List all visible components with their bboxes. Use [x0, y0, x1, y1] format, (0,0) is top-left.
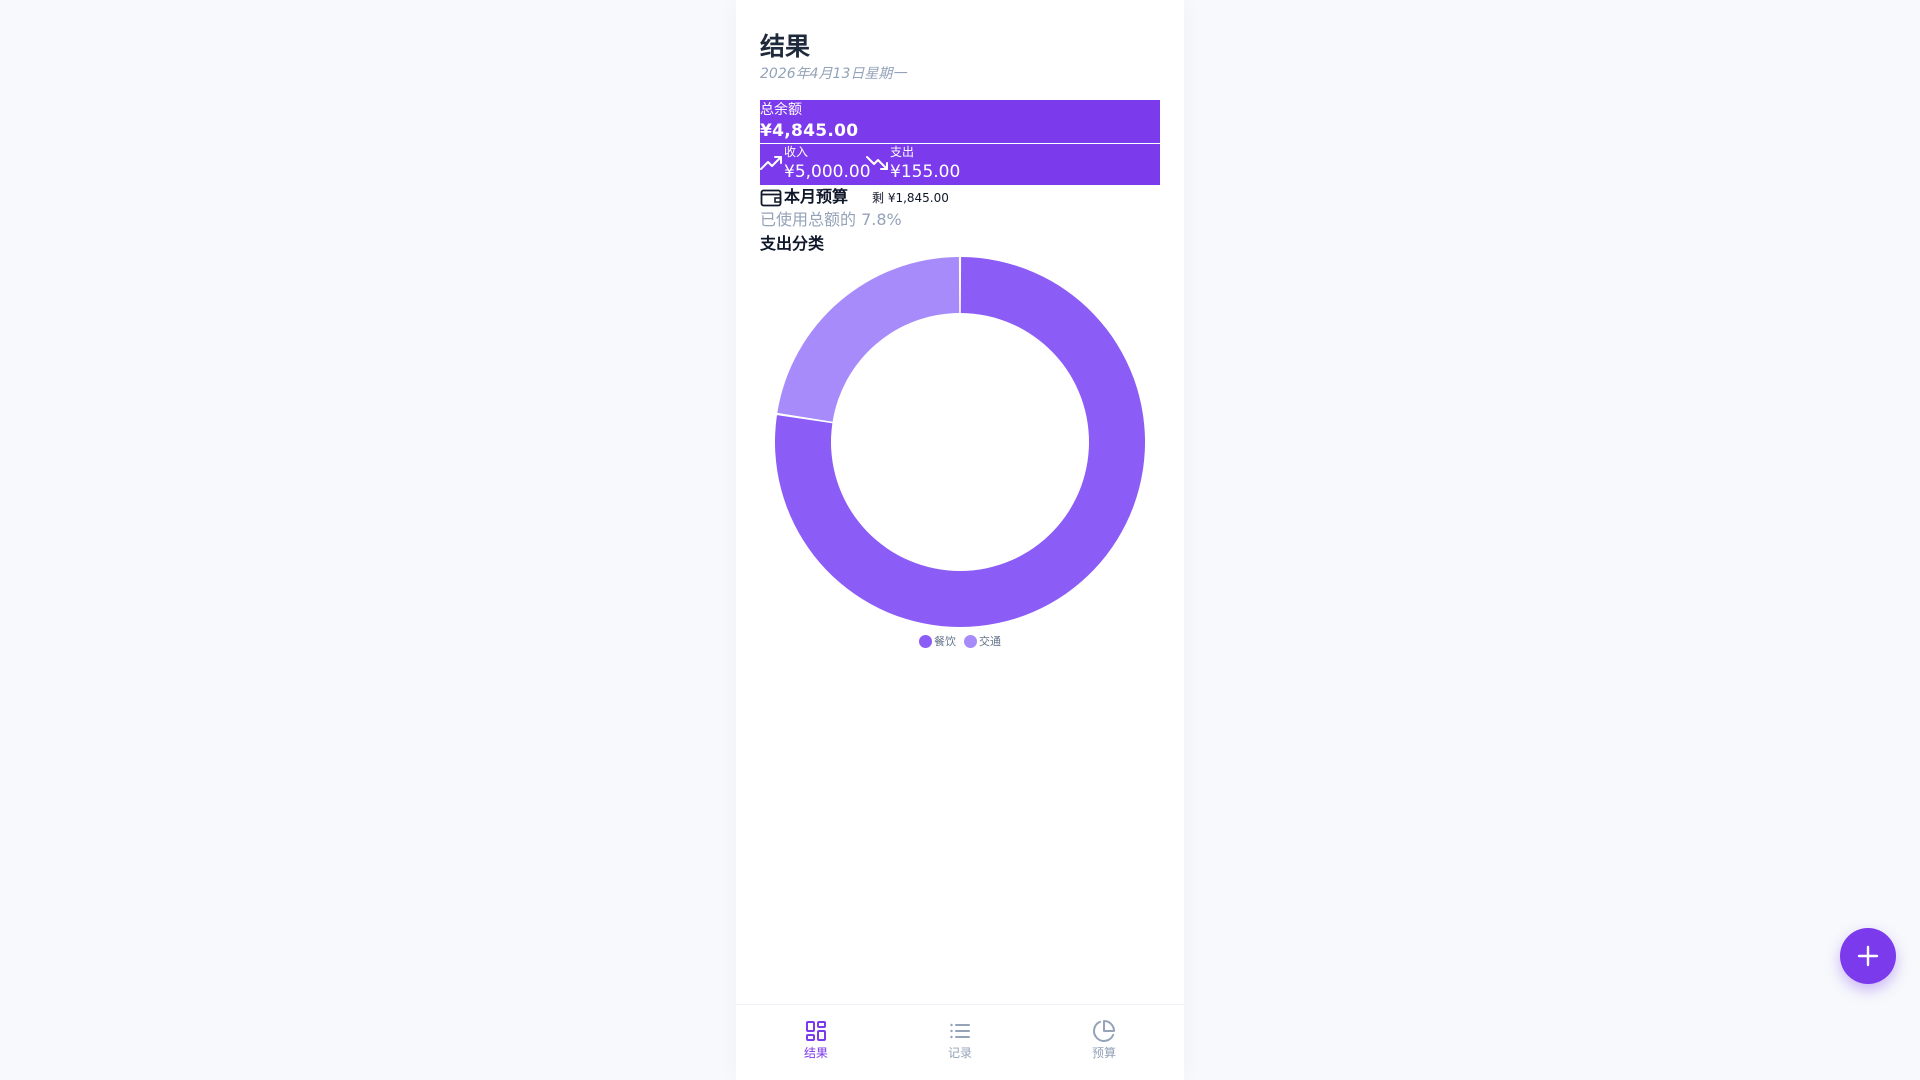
nav-item-results[interactable]: 结果	[786, 1019, 846, 1069]
bottom-nav: 结果 记录 预算	[736, 1004, 1184, 1080]
monthly-budget-row: 本月预算 剩 ¥1,845.00	[760, 185, 1160, 209]
legend-swatch	[964, 634, 977, 648]
balance-label: 总余额	[760, 102, 802, 118]
expense-value: ¥155.00	[890, 162, 961, 182]
expense-donut-chart	[775, 257, 1145, 627]
legend-item-transport[interactable]: 交通	[964, 633, 1001, 649]
legend-swatch	[919, 634, 932, 648]
trending-up-icon	[760, 156, 782, 170]
budget-used-text: 已使用总额的 7.8%	[760, 210, 902, 229]
legend-label: 餐饮	[934, 635, 956, 648]
grid-icon	[806, 1021, 826, 1041]
list-icon	[950, 1023, 970, 1039]
expense-label: 支出	[890, 145, 915, 159]
budget-remaining: 剩 ¥1,845.00	[872, 191, 949, 205]
legend-item-dining[interactable]: 餐饮	[919, 633, 956, 649]
page-title: 结果	[760, 32, 811, 61]
chart-legend: 餐饮 交通	[736, 632, 1184, 650]
add-record-button[interactable]	[1840, 928, 1896, 984]
legend-label: 交通	[979, 635, 1001, 648]
nav-label-budget: 预算	[1091, 1046, 1116, 1060]
nav-label-results: 结果	[803, 1046, 828, 1060]
nav-item-records[interactable]: 记录	[930, 1019, 990, 1069]
income-label: 收入	[784, 145, 809, 159]
current-date: 2026年4月13日星期一	[760, 66, 907, 82]
budget-title: 本月预算	[784, 187, 849, 206]
income-value: ¥5,000.00	[784, 162, 871, 182]
nav-label-records: 记录	[947, 1046, 972, 1060]
income-expense-card: 收入 ¥5,000.00 支出 ¥155.00	[760, 144, 1160, 185]
trending-down-icon	[866, 156, 888, 170]
expense-stat: 支出 ¥155.00	[866, 144, 986, 185]
phone-frame: 结果 2026年4月13日星期一 总余额 ¥4,845.00 收入 ¥5,000…	[736, 0, 1184, 1080]
nav-item-budget[interactable]: 预算	[1074, 1019, 1134, 1069]
plus-icon	[1857, 945, 1879, 967]
wallet-icon	[760, 189, 782, 207]
balance-value: ¥4,845.00	[760, 121, 859, 141]
pie-chart-icon	[1093, 1020, 1115, 1042]
balance-card: 总余额 ¥4,845.00	[760, 100, 1160, 143]
donut-slice-1[interactable]	[777, 257, 960, 422]
income-stat: 收入 ¥5,000.00	[760, 144, 871, 185]
